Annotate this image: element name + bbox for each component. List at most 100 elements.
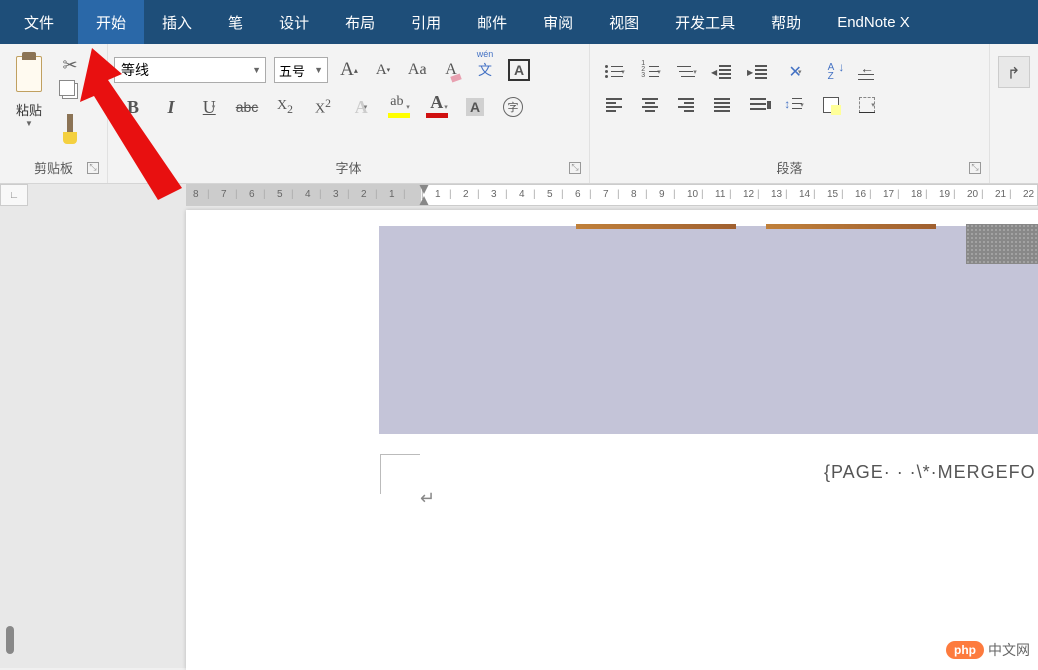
bullet-list-icon: [605, 64, 625, 80]
content-placeholder: [379, 226, 1038, 434]
ruler-tick: 6: [575, 189, 581, 200]
shading-button[interactable]: ▾: [818, 92, 844, 118]
ruler-tick: 15: [827, 189, 838, 200]
copy-icon: [62, 83, 78, 99]
justify-button[interactable]: [710, 92, 736, 118]
menu-review[interactable]: 审阅: [525, 0, 591, 44]
bullets-button[interactable]: ▾: [602, 59, 628, 85]
superscript-icon: X2: [315, 97, 331, 118]
wen-char-icon: 文: [478, 60, 492, 80]
horizontal-ruler[interactable]: 8|7|6|5|4|3|2|1||1|2|3|4|5|6|7|8|9|10|11…: [186, 184, 1038, 206]
underline-button[interactable]: U▾: [196, 94, 222, 120]
clipboard-expander-icon[interactable]: ⤡: [87, 162, 99, 174]
ruler-tick: 3: [333, 189, 339, 200]
shrink-font-button[interactable]: A▾: [370, 57, 396, 83]
bold-icon: B: [127, 97, 139, 118]
superscript-button[interactable]: X2: [310, 94, 336, 120]
border-icon: [859, 97, 875, 113]
ruler-spacer: [28, 184, 186, 206]
ruler-tick: 3: [491, 189, 497, 200]
font-size-value: 五号: [279, 61, 305, 80]
font-name-value: 等线: [121, 60, 149, 80]
font-expander-icon[interactable]: ⤡: [569, 162, 581, 174]
menu-endnote[interactable]: EndNote X: [819, 0, 928, 44]
pinyin-text: wén: [477, 49, 494, 59]
ruler-tick: 9: [659, 189, 665, 200]
highlight-button[interactable]: ab▾: [386, 94, 412, 120]
sort-icon: AZ: [828, 63, 835, 81]
align-right-button[interactable]: [674, 92, 700, 118]
box-a-icon: A: [508, 59, 530, 81]
distributed-button[interactable]: [746, 92, 772, 118]
editing-icon: ↲: [1007, 62, 1020, 82]
strikethrough-button[interactable]: abc: [234, 94, 260, 120]
character-border-button[interactable]: A: [506, 57, 532, 83]
grow-font-button[interactable]: A▴: [336, 57, 362, 83]
menu-design[interactable]: 设计: [261, 0, 327, 44]
clear-formatting-button[interactable]: A: [438, 57, 464, 83]
align-center-icon: [642, 98, 660, 112]
watermark-badge: php: [946, 641, 984, 659]
scrollbar-thumb[interactable]: [6, 626, 14, 654]
menu-help[interactable]: 帮助: [753, 0, 819, 44]
watermark: php 中文网: [946, 640, 1030, 660]
ruler-tick: 19: [939, 189, 950, 200]
ruler-tick: 8: [193, 189, 199, 200]
change-case-button[interactable]: Aa▾: [404, 57, 430, 83]
menu-insert[interactable]: 插入: [144, 0, 210, 44]
sort-button[interactable]: AZ: [818, 59, 844, 85]
align-left-button[interactable]: [602, 92, 628, 118]
enclose-characters-button[interactable]: 字: [500, 94, 526, 120]
shrink-font-icon: A: [376, 62, 387, 79]
bold-button[interactable]: B: [120, 94, 146, 120]
font-color-button[interactable]: A▾: [424, 94, 450, 120]
increase-indent-button[interactable]: [746, 59, 772, 85]
font-size-select[interactable]: 五号 ▼: [274, 57, 328, 83]
menu-pen[interactable]: 笔: [210, 0, 261, 44]
copy-button[interactable]: [60, 82, 80, 100]
ruler-corner[interactable]: ∟: [0, 184, 28, 206]
menu-references[interactable]: 引用: [393, 0, 459, 44]
menu-layout[interactable]: 布局: [327, 0, 393, 44]
paragraph-mark: ↵: [420, 488, 435, 509]
asian-layout-button[interactable]: ✕▾: [782, 59, 808, 85]
paste-button[interactable]: 粘贴 ▼: [6, 52, 52, 128]
text-effects-button[interactable]: A▾: [348, 94, 374, 120]
image-strip-2: [766, 224, 936, 229]
page-field-text: {PAGE· · ·\*·MERGEFO: [824, 462, 1036, 483]
font-name-select[interactable]: 等线 ▼: [114, 57, 266, 83]
ribbon: 粘贴 ▼ ✂ 剪贴板 ⤡ 等线 ▼: [0, 44, 1038, 184]
italic-button[interactable]: I: [158, 94, 184, 120]
char-shade-icon: A: [466, 98, 484, 116]
document-page[interactable]: {PAGE· · ·\*·MERGEFO ↵: [186, 206, 1038, 668]
menu-bar: 文件 开始 插入 笔 设计 布局 引用 邮件 审阅 视图 开发工具 帮助 End…: [0, 0, 1038, 44]
paragraph-expander-icon[interactable]: ⤡: [969, 162, 981, 174]
ruler-tick: 12: [743, 189, 754, 200]
page-paper: {PAGE· · ·\*·MERGEFO ↵: [186, 210, 1038, 670]
menu-home[interactable]: 开始: [78, 0, 144, 44]
paste-label: 粘贴: [16, 100, 42, 119]
align-center-button[interactable]: [638, 92, 664, 118]
menu-mail[interactable]: 邮件: [459, 0, 525, 44]
shading-icon: [823, 97, 839, 113]
show-marks-button[interactable]: [854, 59, 880, 85]
ruler-row: ∟ 8|7|6|5|4|3|2|1||1|2|3|4|5|6|7|8|9|10|…: [0, 184, 1038, 206]
character-shading-button[interactable]: A: [462, 94, 488, 120]
subscript-button[interactable]: X2: [272, 94, 298, 120]
document-area: {PAGE· · ·\*·MERGEFO ↵: [0, 206, 1038, 668]
cut-button[interactable]: ✂: [60, 56, 80, 74]
menu-file[interactable]: 文件: [0, 0, 78, 44]
align-right-icon: [678, 98, 696, 112]
menu-devtools[interactable]: 开发工具: [657, 0, 753, 44]
borders-button[interactable]: ▾: [854, 92, 880, 118]
phonetic-guide-button[interactable]: wén文: [472, 57, 498, 83]
format-painter-button[interactable]: [60, 108, 80, 152]
editing-button[interactable]: ↲: [998, 56, 1030, 88]
decrease-indent-button[interactable]: [710, 59, 736, 85]
ruler-tick: 1: [435, 189, 441, 200]
multilevel-list-button[interactable]: ▾: [674, 59, 700, 85]
menu-view[interactable]: 视图: [591, 0, 657, 44]
distributed-icon: [750, 98, 768, 112]
line-spacing-button[interactable]: ▾: [782, 92, 808, 118]
numbering-button[interactable]: ▾: [638, 59, 664, 85]
